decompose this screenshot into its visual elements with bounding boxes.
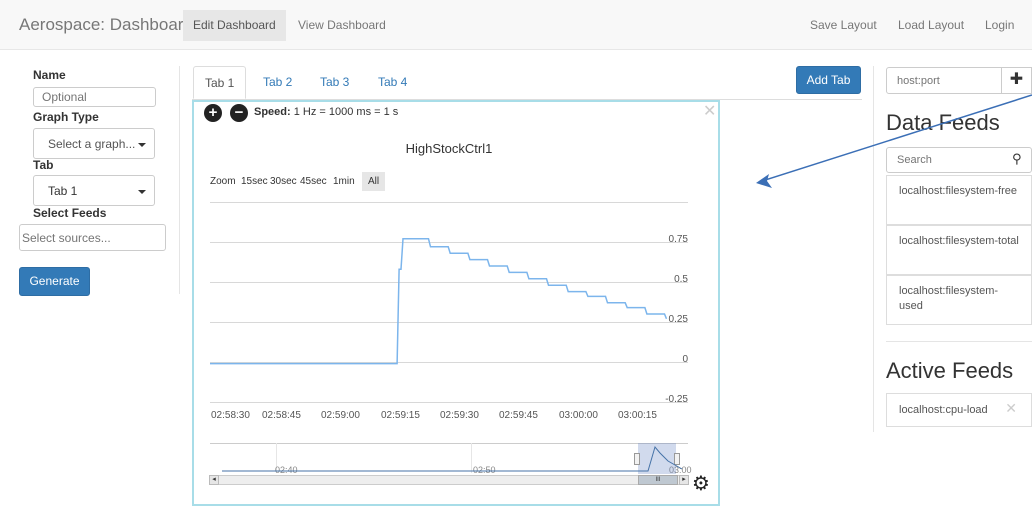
arrow-head <box>756 174 772 188</box>
annotation-arrow <box>756 94 1032 188</box>
arrow-line <box>761 94 1032 182</box>
